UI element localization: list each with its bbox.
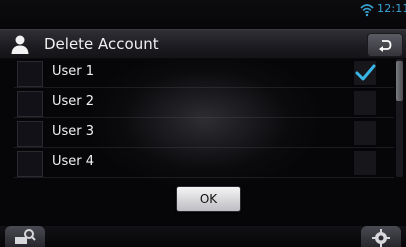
list-item[interactable]: User 2 <box>14 89 394 118</box>
account-label: User 4 <box>52 154 95 169</box>
account-checkbox[interactable] <box>354 61 376 85</box>
user-thumbnail <box>17 121 43 147</box>
screen: 12:11 Delete Account User 1 User <box>0 0 406 247</box>
list-item[interactable]: User 1 <box>14 59 394 88</box>
page-title: Delete Account <box>44 35 159 53</box>
gear-icon <box>372 229 390 247</box>
search-device-icon <box>15 229 36 244</box>
scroll-thumb[interactable] <box>396 61 403 101</box>
account-label: User 3 <box>52 124 95 139</box>
settings-button[interactable] <box>361 226 401 247</box>
list-item[interactable]: User 3 <box>14 119 394 148</box>
ok-button[interactable]: OK <box>176 186 241 212</box>
search-device-button[interactable] <box>5 226 45 247</box>
status-time: 12:11 <box>377 2 406 15</box>
bottom-bar <box>0 226 406 247</box>
scrollbar[interactable] <box>396 59 403 177</box>
back-button[interactable] <box>367 33 403 57</box>
account-checkbox[interactable] <box>354 121 376 145</box>
title-bar: Delete Account <box>0 29 406 59</box>
account-list: User 1 User 2 User 3 User 4 <box>14 59 394 178</box>
user-thumbnail <box>17 61 43 87</box>
checkmark-icon <box>355 64 376 81</box>
account-label: User 1 <box>52 64 95 79</box>
account-checkbox[interactable] <box>354 151 376 175</box>
person-icon <box>11 35 29 54</box>
wifi-icon <box>360 4 374 17</box>
user-thumbnail <box>17 151 43 177</box>
back-arrow-icon <box>379 40 392 52</box>
list-item[interactable]: User 4 <box>14 149 394 178</box>
account-label: User 2 <box>52 94 95 109</box>
user-thumbnail <box>17 91 43 117</box>
status-bar: 12:11 <box>0 0 406 28</box>
account-checkbox[interactable] <box>354 91 376 115</box>
